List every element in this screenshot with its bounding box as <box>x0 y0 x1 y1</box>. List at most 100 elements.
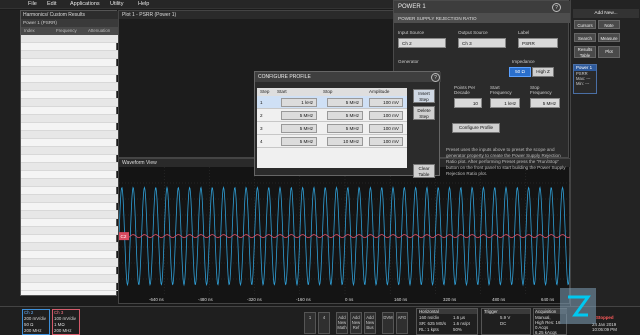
profile-row[interactable]: 2 5 MHz 5 MHz 100 mV <box>257 109 407 122</box>
channel-4-tile[interactable]: 4 <box>318 312 330 334</box>
channel-1-tile[interactable]: 1 <box>304 312 316 334</box>
power-measurement-badge[interactable]: Power 1 PSRR Max: --- Min: --- <box>573 64 597 94</box>
table-row[interactable] <box>21 131 118 139</box>
ch2-scale: 200 mV/div <box>24 316 46 321</box>
table-row[interactable] <box>21 139 118 147</box>
table-row[interactable] <box>21 179 118 187</box>
table-row[interactable] <box>21 147 118 155</box>
profile-start-field[interactable]: 5 MHz <box>281 137 317 146</box>
table-row[interactable] <box>21 195 118 203</box>
ch3-bandwidth: 200 MHz <box>54 328 72 333</box>
table-row[interactable] <box>21 67 118 75</box>
label-field[interactable]: PSRR <box>518 38 558 48</box>
channel-2-badge[interactable]: Ch 2 200 mV/div 50 Ω 200 MHz <box>22 309 50 335</box>
configure-profile-button[interactable]: Configure Profile <box>452 123 500 133</box>
table-row[interactable] <box>21 51 118 59</box>
add-new-math-button[interactable]: Add New Math <box>336 312 348 334</box>
profile-start-field[interactable]: 1 kHz <box>281 98 317 107</box>
help-icon[interactable]: ? <box>431 73 440 82</box>
waveform-x-axis: -640 ns -480 ns -320 ns -160 ns 0 ns 160 ns 32… <box>119 296 571 304</box>
table-row[interactable] <box>21 211 118 219</box>
table-row[interactable] <box>21 267 118 275</box>
table-row[interactable] <box>21 107 118 115</box>
dvm-button[interactable]: DVM <box>382 312 394 334</box>
profile-row[interactable]: 3 5 MHz 5 MHz 100 mV <box>257 122 407 135</box>
profile-amp-field[interactable]: 100 mV <box>369 98 403 107</box>
profile-row[interactable]: 1 1 kHz 5 MHz 100 mV <box>257 96 407 109</box>
afg-button[interactable]: AFG <box>396 312 408 334</box>
table-row[interactable] <box>21 187 118 195</box>
measure-button[interactable]: Measure <box>598 33 620 42</box>
channel-3-badge[interactable]: Ch 3 100 mV/div 1 MΩ 200 MHz <box>52 309 80 335</box>
col-frequency[interactable]: Frequency <box>56 28 77 33</box>
bottom-status-bar: Ch 2 200 mV/div 50 Ω 200 MHz Ch 3 100 mV… <box>0 306 640 335</box>
table-row[interactable] <box>21 171 118 179</box>
horizontal-recordlength: RL: 1 kpts <box>419 327 439 332</box>
cursors-button[interactable]: Cursors <box>574 20 596 29</box>
ch3-name: Ch 3 <box>54 310 64 315</box>
table-row[interactable] <box>21 163 118 171</box>
menu-edit[interactable]: Edit <box>47 1 56 7</box>
menu-help[interactable]: Help <box>138 1 149 7</box>
table-row[interactable] <box>21 123 118 131</box>
insert-step-button[interactable]: Insert Step <box>413 89 435 103</box>
add-new-ref-button[interactable]: Add New Ref <box>350 312 362 334</box>
run-status[interactable]: Stopped <box>596 315 614 320</box>
table-row[interactable] <box>21 227 118 235</box>
x-tick-label: 0 ns <box>345 297 354 302</box>
output-source-select[interactable]: Ch 3 <box>458 38 506 48</box>
table-row[interactable] <box>21 75 118 83</box>
preset-description: Preset uses the inputs above to preset t… <box>446 147 566 176</box>
table-row[interactable] <box>21 275 118 283</box>
profile-stop-field[interactable]: 5 MHz <box>327 111 363 120</box>
impedance-highz-button[interactable]: High Z <box>532 67 554 77</box>
delete-step-button[interactable]: Delete Step <box>413 106 435 120</box>
table-row[interactable] <box>21 59 118 67</box>
table-row[interactable] <box>21 83 118 91</box>
profile-amp-field[interactable]: 100 mV <box>369 137 403 146</box>
stop-frequency-field[interactable]: 5 MHz <box>530 98 560 108</box>
table-row[interactable] <box>21 251 118 259</box>
profile-row[interactable]: 4 5 MHz 10 MHz 100 mV <box>257 135 407 148</box>
table-row[interactable] <box>21 43 118 51</box>
plot-button[interactable]: Plot <box>598 46 620 58</box>
points-per-decade-field[interactable]: 10 <box>454 98 482 108</box>
search-button[interactable]: Search <box>574 33 596 42</box>
table-row[interactable] <box>21 35 118 43</box>
profile-start-field[interactable]: 5 MHz <box>281 124 317 133</box>
horizontal-badge[interactable]: Horizontal 160 ns/div SR: 625 MS/s RL: 1… <box>416 308 478 335</box>
trigger-badge[interactable]: Trigger 5.9 V DC <box>481 308 531 335</box>
table-row[interactable] <box>21 99 118 107</box>
table-row[interactable] <box>21 155 118 163</box>
table-row[interactable] <box>21 115 118 123</box>
horizontal-duration: 1.6 µs <box>453 315 466 320</box>
harmonics-tab[interactable]: Power 1 (PSRR) <box>21 19 118 27</box>
results-table-button[interactable]: Results Table <box>574 46 596 58</box>
profile-start-field[interactable]: 5 MHz <box>281 111 317 120</box>
table-row[interactable] <box>21 91 118 99</box>
note-button[interactable]: Note <box>598 20 620 29</box>
profile-amp-field[interactable]: 100 mV <box>369 111 403 120</box>
table-row[interactable] <box>21 203 118 211</box>
table-row[interactable] <box>21 259 118 267</box>
help-icon[interactable]: ? <box>552 3 561 12</box>
x-tick-label: -640 ns <box>149 297 164 302</box>
profile-stop-field[interactable]: 5 MHz <box>327 124 363 133</box>
input-source-select[interactable]: Ch 2 <box>398 38 446 48</box>
menu-utility[interactable]: Utility <box>110 1 123 7</box>
start-frequency-field[interactable]: 1 kHz <box>490 98 520 108</box>
col-attenuation[interactable]: Attenuation <box>88 28 110 33</box>
profile-amp-field[interactable]: 100 mV <box>369 124 403 133</box>
menu-applications[interactable]: Applications <box>70 1 100 7</box>
clear-table-button[interactable]: Clear Table <box>413 164 435 178</box>
add-new-bus-button[interactable]: Add New Bus <box>364 312 376 334</box>
table-row[interactable] <box>21 283 118 291</box>
col-index[interactable]: Index <box>24 28 35 33</box>
table-row[interactable] <box>21 243 118 251</box>
menu-file[interactable]: File <box>28 1 37 7</box>
table-row[interactable] <box>21 219 118 227</box>
table-row[interactable] <box>21 235 118 243</box>
profile-stop-field[interactable]: 5 MHz <box>327 98 363 107</box>
profile-stop-field[interactable]: 10 MHz <box>327 137 363 146</box>
impedance-50-button[interactable]: 50 Ω <box>509 67 531 77</box>
